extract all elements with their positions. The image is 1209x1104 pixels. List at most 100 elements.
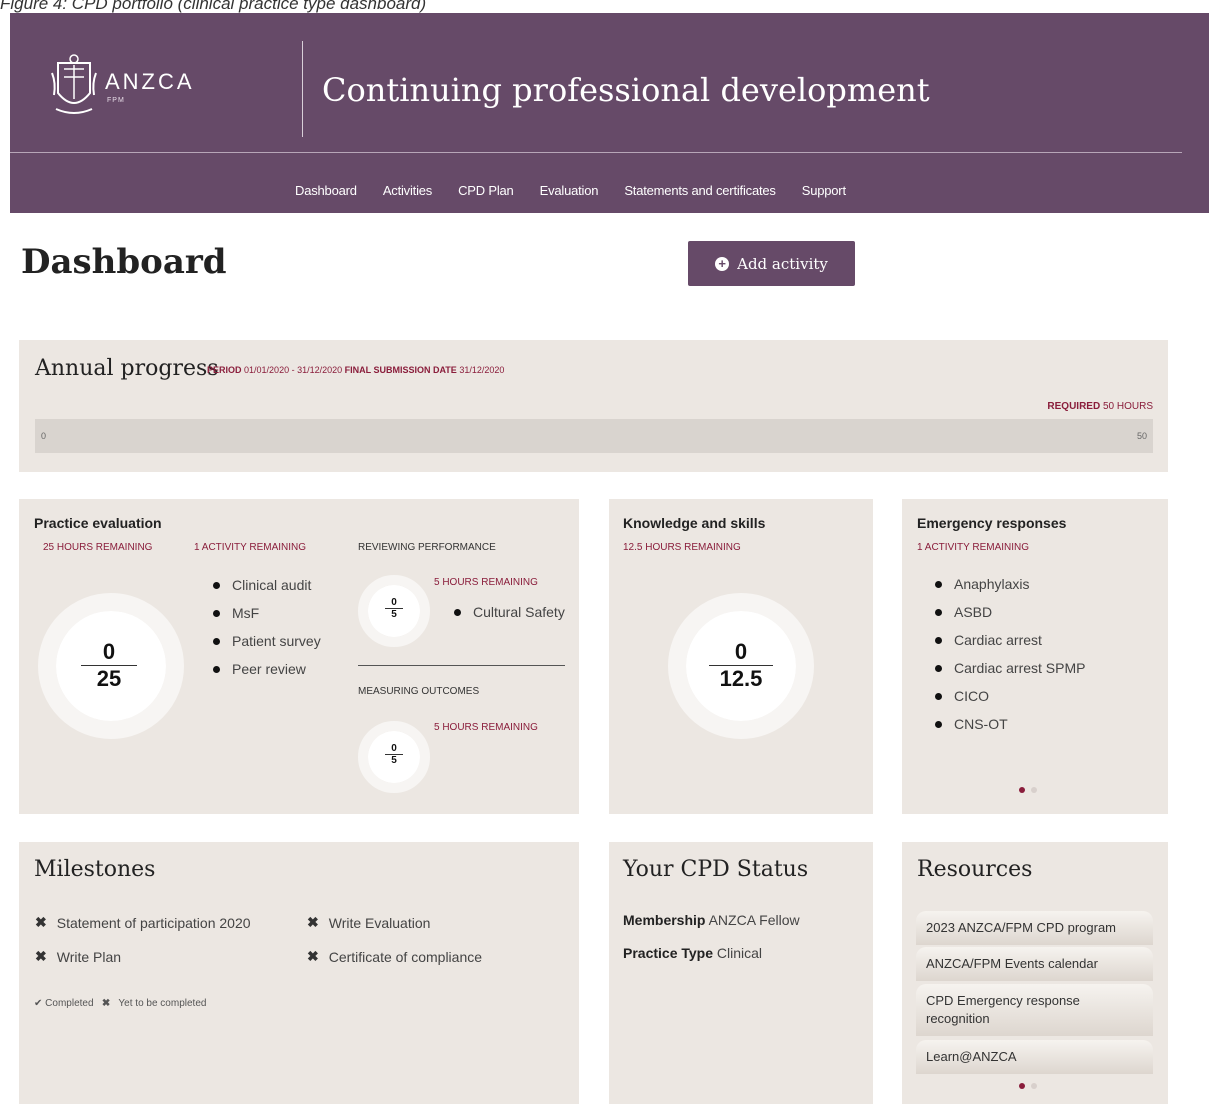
legend-yet: Yet to be completed bbox=[118, 998, 207, 1009]
bar-max-label: 50 bbox=[1136, 431, 1147, 441]
milestone-item: ✖ Certificate of compliance bbox=[307, 948, 482, 965]
knowledge-skills-card: Knowledge and skills 12.5 HOURS REMAININ… bbox=[609, 499, 873, 814]
milestones-title: Milestones bbox=[34, 857, 156, 882]
required-hours: REQUIRED 50 HOURS bbox=[1047, 401, 1153, 412]
practice-hours-remaining: 25 HOURS REMAINING bbox=[43, 542, 153, 553]
list-item[interactable]: Clinical audit bbox=[213, 571, 321, 599]
resource-link[interactable]: CPD Emergency response recognition bbox=[916, 984, 1153, 1037]
pager-dot[interactable] bbox=[1031, 787, 1037, 793]
bullet-icon bbox=[935, 692, 942, 700]
emergency-item-label: Cardiac arrest SPMP bbox=[954, 660, 1086, 676]
reviewing-item-label: Cultural Safety bbox=[473, 604, 565, 620]
resource-link[interactable]: 2023 ANZCA/FPM CPD program bbox=[916, 911, 1153, 946]
period-value: 01/01/2020 - 31/12/2020 bbox=[244, 365, 343, 375]
header-divider bbox=[302, 41, 303, 137]
nav-activities[interactable]: Activities bbox=[383, 183, 432, 198]
list-item[interactable]: MsF bbox=[213, 599, 321, 627]
cpd-status-card: Your CPD Status Membership ANZCA Fellow … bbox=[609, 842, 873, 1104]
milestone-legend: ✔ Completed ✖ Yet to be completed bbox=[34, 998, 206, 1009]
list-item[interactable]: Cardiac arrest bbox=[935, 626, 1085, 654]
practice-done: 0 bbox=[102, 639, 116, 664]
activity-label: MsF bbox=[232, 605, 260, 621]
bullet-icon bbox=[213, 581, 220, 589]
emergency-title: Emergency responses bbox=[917, 515, 1067, 531]
bullet-icon bbox=[935, 720, 942, 728]
membership-label: Membership bbox=[623, 912, 706, 928]
list-item[interactable]: ASBD bbox=[935, 598, 1085, 626]
annual-progress-title: Annual progress bbox=[35, 356, 219, 381]
resources-card: Resources 2023 ANZCA/FPM CPD program ANZ… bbox=[902, 842, 1168, 1104]
emergency-responses-card: Emergency responses 1 ACTIVITY REMAINING… bbox=[902, 499, 1168, 814]
pager-dot[interactable] bbox=[1031, 1083, 1037, 1089]
measuring-fraction: 0 5 bbox=[385, 743, 403, 766]
legend-completed: Completed bbox=[45, 998, 94, 1009]
nav-evaluation[interactable]: Evaluation bbox=[540, 183, 599, 198]
list-item[interactable]: Patient survey bbox=[213, 627, 321, 655]
crest-icon bbox=[51, 54, 97, 114]
resource-link[interactable]: Learn@ANZCA bbox=[916, 1040, 1153, 1075]
reviewing-done: 0 bbox=[391, 597, 397, 608]
activity-label: Clinical audit bbox=[232, 577, 312, 593]
pager-dot-active[interactable] bbox=[1019, 787, 1025, 793]
submission-label: FINAL SUBMISSION DATE bbox=[344, 365, 457, 375]
list-item[interactable]: CICO bbox=[935, 682, 1085, 710]
bullet-icon bbox=[935, 636, 942, 644]
annual-progress-panel: Annual progress PERIOD 01/01/2020 - 31/1… bbox=[19, 340, 1168, 472]
list-item[interactable]: Cardiac arrest SPMP bbox=[935, 654, 1085, 682]
site-title: Continuing professional development bbox=[322, 71, 930, 109]
cross-icon: ✖ bbox=[35, 948, 47, 964]
practice-total: 25 bbox=[96, 666, 122, 691]
emergency-item-label: Cardiac arrest bbox=[954, 632, 1042, 648]
measuring-total: 5 bbox=[391, 755, 397, 766]
emergency-item-label: Anaphylaxis bbox=[954, 576, 1030, 592]
bullet-icon bbox=[213, 665, 220, 673]
cross-icon: ✖ bbox=[307, 914, 319, 930]
emergency-remaining: 1 ACTIVITY REMAINING bbox=[917, 542, 1030, 553]
reviewing-performance-title: REVIEWING PERFORMANCE bbox=[358, 542, 496, 553]
knowledge-remaining: 12.5 HOURS REMAINING bbox=[623, 542, 741, 553]
add-activity-button[interactable]: + Add activity bbox=[688, 241, 855, 286]
cross-icon: ✖ bbox=[101, 998, 111, 1009]
milestone-label: Statement of participation 2020 bbox=[56, 914, 251, 931]
period-info: PERIOD 01/01/2020 - 31/12/2020 FINAL SUB… bbox=[207, 365, 504, 375]
nav-cpd-plan[interactable]: CPD Plan bbox=[458, 183, 514, 198]
knowledge-fraction: 0 12.5 bbox=[709, 639, 773, 692]
page-title: Dashboard bbox=[21, 242, 227, 282]
nav-dashboard[interactable]: Dashboard bbox=[295, 183, 357, 198]
knowledge-skills-title: Knowledge and skills bbox=[623, 515, 766, 531]
emergency-item-label: CICO bbox=[954, 688, 989, 704]
list-item[interactable]: Cultural Safety bbox=[454, 598, 565, 626]
list-item[interactable]: CNS-OT bbox=[935, 710, 1085, 738]
practice-type-label: Practice Type bbox=[623, 945, 714, 961]
bullet-icon bbox=[935, 664, 942, 672]
check-icon: ✔ bbox=[34, 998, 43, 1009]
pager-dot-active[interactable] bbox=[1019, 1083, 1025, 1089]
resource-link[interactable]: ANZCA/FPM Events calendar bbox=[916, 947, 1153, 982]
knowledge-done: 0 bbox=[734, 639, 748, 664]
list-item[interactable]: Anaphylaxis bbox=[935, 570, 1085, 598]
emergency-item-label: ASBD bbox=[954, 604, 993, 620]
nav-statements[interactable]: Statements and certificates bbox=[624, 183, 776, 198]
reviewing-list: Cultural Safety bbox=[454, 598, 565, 626]
site-header: ANZCA FPM Continuing professional develo… bbox=[10, 13, 1209, 213]
bullet-icon bbox=[213, 637, 220, 645]
required-value: 50 HOURS bbox=[1102, 401, 1153, 412]
main-nav: Dashboard Activities CPD Plan Evaluation… bbox=[295, 183, 872, 198]
practice-activity-remaining: 1 ACTIVITY REMAINING bbox=[194, 542, 307, 553]
practice-fraction: 0 25 bbox=[81, 639, 137, 692]
logo-subtext: FPM bbox=[107, 97, 125, 104]
measuring-remaining: 5 HOURS REMAINING bbox=[434, 722, 538, 733]
header-rule bbox=[10, 152, 1182, 153]
anzca-logo[interactable]: ANZCA FPM bbox=[50, 53, 220, 123]
milestone-item: ✖ Write Plan bbox=[35, 948, 121, 965]
practice-activity-list: Clinical audit MsF Patient survey Peer r… bbox=[213, 571, 321, 683]
logo-text: ANZCA bbox=[105, 69, 195, 94]
nav-support[interactable]: Support bbox=[802, 183, 846, 198]
cross-icon: ✖ bbox=[307, 948, 319, 964]
list-item[interactable]: Peer review bbox=[213, 655, 321, 683]
membership-row: Membership ANZCA Fellow bbox=[623, 912, 800, 928]
resources-title: Resources bbox=[917, 857, 1033, 882]
bullet-icon bbox=[213, 609, 220, 617]
add-activity-label: Add activity bbox=[737, 254, 828, 273]
milestone-label: Write Plan bbox=[56, 948, 122, 965]
